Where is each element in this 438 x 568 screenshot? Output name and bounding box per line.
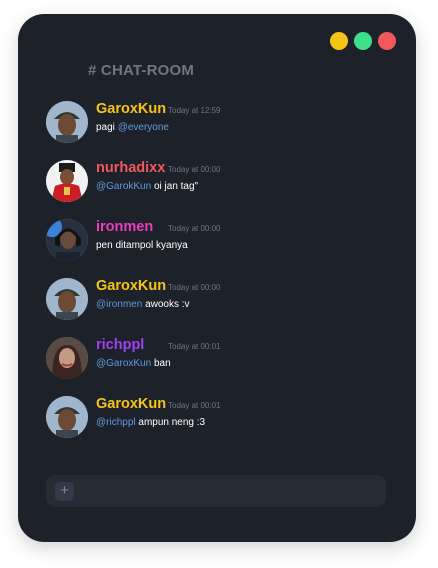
message-body: ampun neng :3 — [138, 417, 206, 428]
message-text: pagi @everyone — [96, 122, 169, 133]
message-timestamp: Today at 00:01 — [168, 401, 221, 410]
avatar-nurhadixx[interactable] — [46, 160, 88, 202]
message-body: pen ditampol kyanya — [96, 240, 188, 251]
message-text: pen ditampol kyanya — [96, 240, 188, 251]
message-username[interactable]: ironmen — [96, 219, 153, 235]
mention-link[interactable]: @ironmen — [96, 299, 142, 310]
channel-title: # CHAT-ROOM — [88, 62, 195, 79]
message-timestamp: Today at 12:59 — [168, 106, 221, 115]
maximize-button[interactable] — [354, 32, 372, 50]
message-username[interactable]: GaroxKun — [96, 278, 166, 294]
close-button[interactable] — [378, 32, 396, 50]
message-text: @GaroxKun ban — [96, 358, 171, 369]
chat-window: # CHAT-ROOM GaroxKun Today at 12:59 pagi… — [18, 14, 416, 542]
avatar-ironmen[interactable] — [46, 219, 88, 261]
message-timestamp: Today at 00:00 — [168, 224, 221, 233]
window-controls — [330, 32, 396, 50]
plus-icon[interactable]: + — [55, 482, 74, 501]
message-timestamp: Today at 00:00 — [168, 165, 221, 174]
avatar-richppl[interactable] — [46, 337, 88, 379]
message-username[interactable]: nurhadixx — [96, 160, 165, 176]
message-body: pagi — [96, 122, 115, 133]
mention-link[interactable]: @GarokKun — [96, 181, 151, 192]
avatar-garoxkun[interactable] — [46, 101, 88, 143]
message-timestamp: Today at 00:00 — [168, 283, 221, 292]
message-username[interactable]: richppl — [96, 337, 144, 353]
message-timestamp: Today at 00:01 — [168, 342, 221, 351]
message-body: ban — [153, 358, 171, 369]
mention-link[interactable]: @richppl — [96, 417, 136, 428]
message-text: @richppl ampun neng :3 — [96, 417, 205, 428]
avatar-garoxkun[interactable] — [46, 396, 88, 438]
message-composer[interactable]: + — [46, 475, 386, 507]
avatar-garoxkun[interactable] — [46, 278, 88, 320]
mention-link[interactable]: @everyone — [118, 122, 169, 133]
message-username[interactable]: GaroxKun — [96, 396, 166, 412]
message-text: @ironmen awooks :v — [96, 299, 190, 310]
mention-link[interactable]: @GaroxKun — [96, 358, 151, 369]
message-text: @GarokKun oi jan tag" — [96, 181, 198, 192]
message-username[interactable]: GaroxKun — [96, 101, 166, 117]
message-body: oi jan tag" — [153, 181, 199, 192]
minimize-button[interactable] — [330, 32, 348, 50]
message-body: awooks :v — [145, 299, 190, 310]
